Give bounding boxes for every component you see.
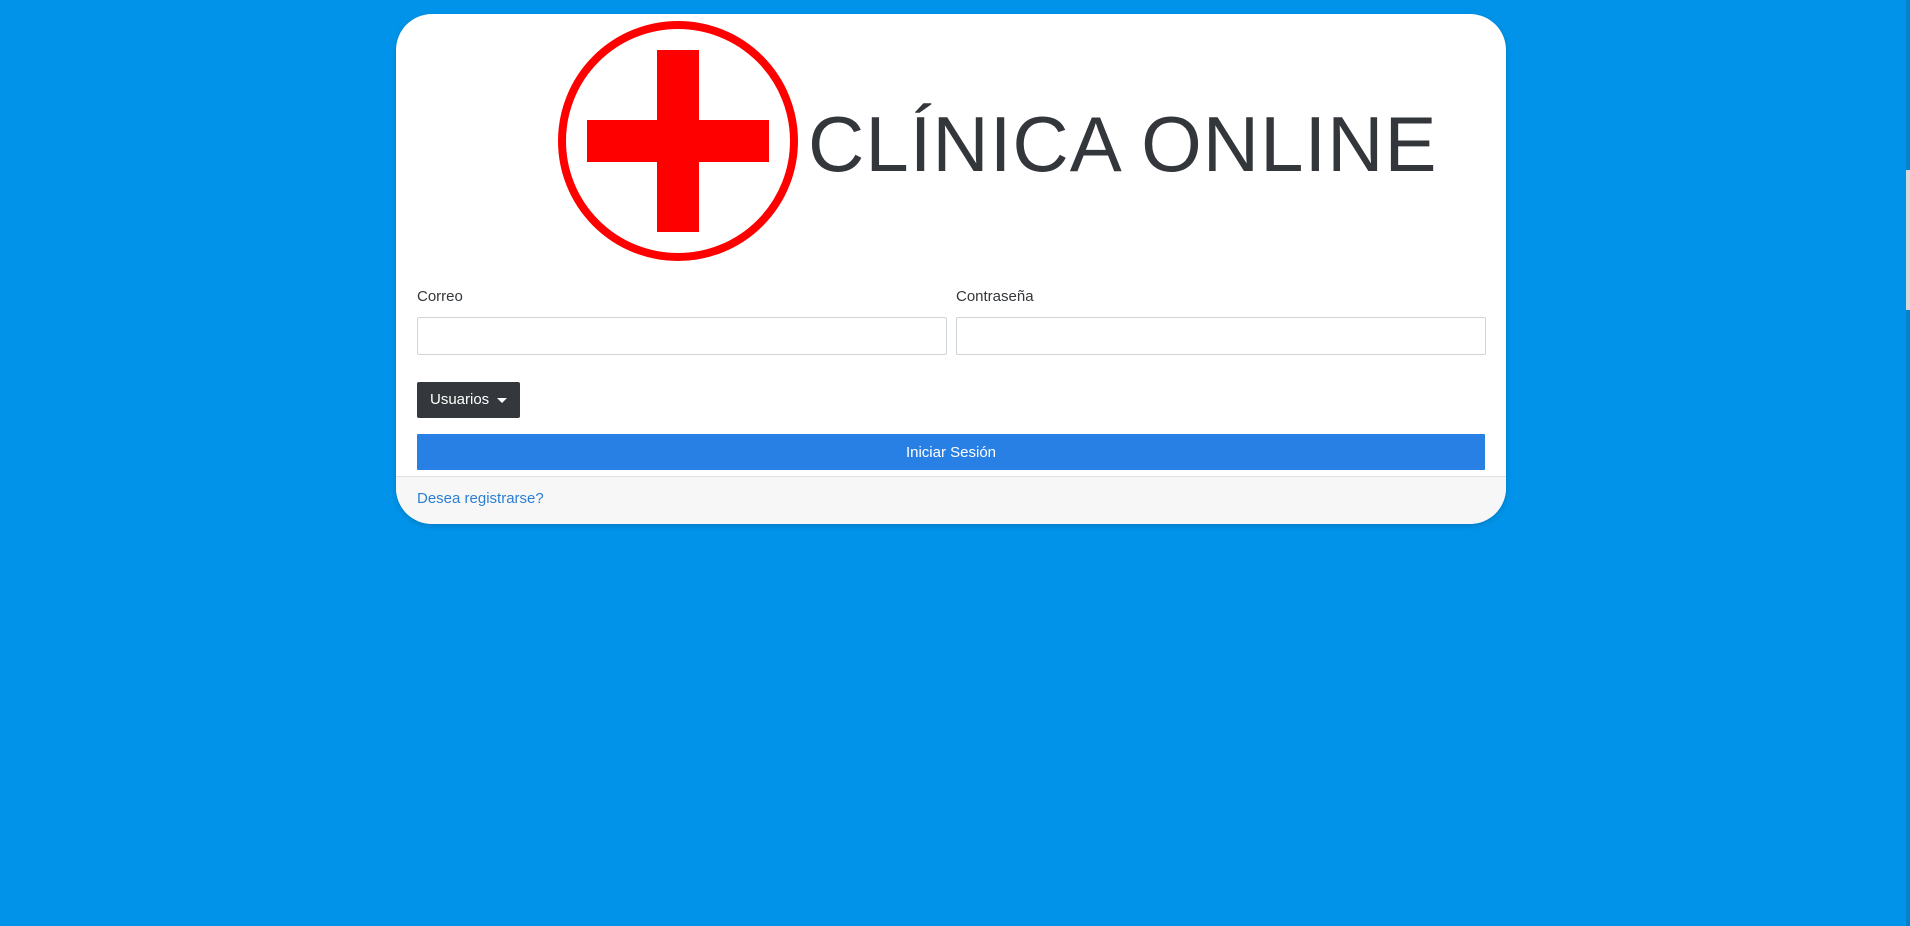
password-label: Contraseña bbox=[956, 288, 1034, 305]
page: CLÍNICA ONLINE Correo Contraseña Usuario… bbox=[0, 0, 1910, 926]
email-label: Correo bbox=[417, 288, 463, 305]
email-field-group: Correo bbox=[417, 286, 947, 355]
scrollbar-thumb[interactable] bbox=[1906, 170, 1910, 310]
email-field[interactable] bbox=[417, 317, 947, 355]
card-footer: Desea registrarse? bbox=[396, 476, 1506, 524]
login-button[interactable]: Iniciar Sesión bbox=[417, 434, 1485, 470]
caret-down-icon bbox=[497, 397, 508, 403]
login-card: CLÍNICA ONLINE Correo Contraseña Usuario… bbox=[396, 14, 1506, 524]
brand-title: CLÍNICA ONLINE bbox=[808, 100, 1438, 188]
register-link[interactable]: Desea registrarse? bbox=[417, 490, 544, 507]
brand-header: CLÍNICA ONLINE bbox=[396, 14, 1506, 264]
users-dropdown-label: Usuarios bbox=[430, 391, 490, 408]
scrollbar[interactable] bbox=[1906, 0, 1910, 926]
red-cross-icon bbox=[558, 21, 798, 261]
password-field[interactable] bbox=[956, 317, 1486, 355]
password-field-group: Contraseña bbox=[956, 286, 1486, 355]
users-dropdown-button[interactable]: Usuarios bbox=[417, 382, 521, 418]
